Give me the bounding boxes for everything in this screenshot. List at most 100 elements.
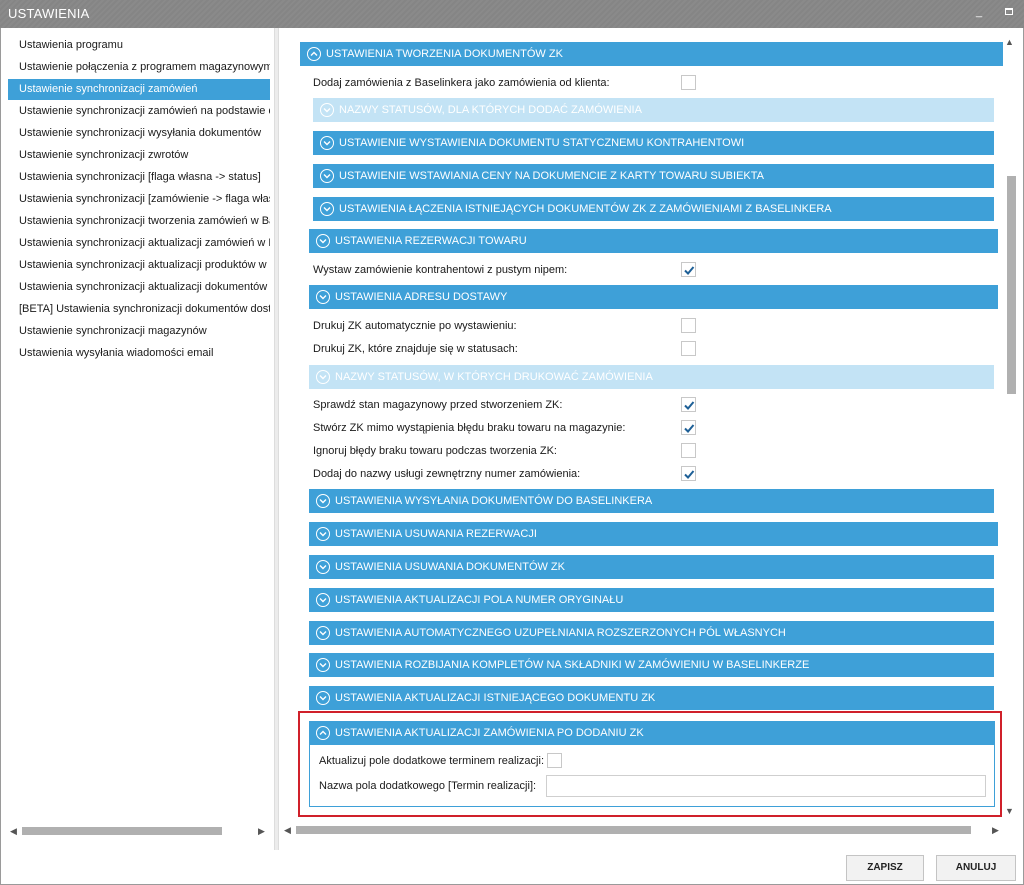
ignoruj-bledy-checkbox[interactable] xyxy=(681,443,696,458)
section-laczenie-dokumentow[interactable]: USTAWIENIA ŁĄCZENIA ISTNIEJĄCYCH DOKUMEN… xyxy=(313,197,994,221)
chevron-down-icon xyxy=(316,527,330,541)
section-statyczny-kontrahent[interactable]: USTAWIENIE WYSTAWIENIA DOKUMENTU STATYCZ… xyxy=(313,131,994,155)
checkmark-icon xyxy=(684,470,695,479)
section-title: NAZWY STATUSÓW, DLA KTÓRYCH DODAĆ ZAMÓWI… xyxy=(339,104,642,116)
window-title: USTAWIENIA xyxy=(8,6,90,21)
content-horizontal-scrollbar[interactable]: ◀ ▶ xyxy=(282,823,1002,837)
section-title: USTAWIENIA REZERWACJI TOWARU xyxy=(335,235,527,247)
nazwa-pola-input[interactable] xyxy=(546,775,986,797)
dodaj-zamowienia-checkbox[interactable] xyxy=(681,75,696,90)
chevron-down-icon xyxy=(316,234,330,248)
stworz-zk-checkbox[interactable] xyxy=(681,420,696,435)
sidebar-item-beta-dostaw[interactable]: [BETA] Ustawienia synchronizacji dokumen… xyxy=(8,299,270,320)
section-title: USTAWIENIA ŁĄCZENIA ISTNIEJĄCYCH DOKUMEN… xyxy=(339,203,832,215)
chevron-down-icon xyxy=(316,560,330,574)
section-title: USTAWIENIA USUWANIA REZERWACJI xyxy=(335,528,537,540)
sidebar-item-zamowienia-dzi[interactable]: Ustawienie synchronizacji zamówień na po… xyxy=(8,101,270,122)
chevron-down-icon xyxy=(316,691,330,705)
aktualizuj-pole-checkbox[interactable] xyxy=(547,753,562,768)
sidebar-horizontal-scrollbar[interactable]: ◀ ▶ xyxy=(8,824,270,838)
sidebar-item-tworzenie-zamowien[interactable]: Ustawienia synchronizacji tworzenia zamó… xyxy=(8,211,270,232)
pusty-nip-label: Wystaw zamówienie kontrahentowi z pustym… xyxy=(313,264,568,276)
sidebar-item-zamowienie-flaga[interactable]: Ustawienia synchronizacji [zamówienie ->… xyxy=(8,189,270,210)
section-tworzenie-dokumentow[interactable]: USTAWIENIA TWORZENIA DOKUMENTÓW ZK xyxy=(300,42,1003,66)
sidebar-item-wysylanie-dokumentow[interactable]: Ustawienie synchronizacji wysyłania doku… xyxy=(8,123,270,144)
section-po-dodaniu-zk[interactable]: USTAWIENIA AKTUALIZACJI ZAMÓWIENIA PO DO… xyxy=(309,721,995,745)
stan-magazynowy-checkbox[interactable] xyxy=(681,397,696,412)
content-vertical-scrollbar[interactable]: ▲ ▼ xyxy=(1002,34,1020,820)
pusty-nip-checkbox[interactable] xyxy=(681,262,696,277)
minimize-icon[interactable]: _ xyxy=(972,5,986,19)
sidebar-item-zwroty[interactable]: Ustawienie synchronizacji zwrotów xyxy=(8,145,270,166)
sidebar-item-flaga-status[interactable]: Ustawienia synchronizacji [flaga własna … xyxy=(8,167,270,188)
scroll-left-icon[interactable]: ◀ xyxy=(284,823,291,837)
section-statusy-dodac[interactable]: NAZWY STATUSÓW, DLA KTÓRYCH DODAĆ ZAMÓWI… xyxy=(313,98,994,122)
sidebar-item-aktualizacja-dokumentow[interactable]: Ustawienia synchronizacji aktualizacji d… xyxy=(8,277,270,298)
chevron-down-icon xyxy=(320,136,334,150)
checkmark-icon xyxy=(684,266,695,275)
chevron-down-icon xyxy=(320,103,334,117)
cancel-button[interactable]: ANULUJ xyxy=(936,855,1016,881)
section-numer-oryginalu[interactable]: USTAWIENIA AKTUALIZACJI POLA NUMER ORYGI… xyxy=(309,588,994,612)
scroll-right-icon[interactable]: ▶ xyxy=(258,824,265,838)
section-wysylanie-dokumentow[interactable]: USTAWIENIA WYSYŁANIA DOKUMENTÓW DO BASEL… xyxy=(309,489,994,513)
chevron-down-icon xyxy=(316,658,330,672)
numer-zamowienia-checkbox[interactable] xyxy=(681,466,696,481)
stan-magazynowy-label: Sprawdź stan magazynowy przed stworzenie… xyxy=(313,399,563,411)
section-title: USTAWIENIA USUWANIA DOKUMENTÓW ZK xyxy=(335,561,565,573)
section-title: USTAWIENIA AKTUALIZACJI ISTNIEJĄCEGO DOK… xyxy=(335,692,656,704)
section-title: USTAWIENIA AKTUALIZACJI POLA NUMER ORYGI… xyxy=(335,594,624,606)
section-statusy-drukowac[interactable]: NAZWY STATUSÓW, W KTÓRYCH DRUKOWAĆ ZAMÓW… xyxy=(309,365,994,389)
section-title: USTAWIENIA TWORZENIA DOKUMENTÓW ZK xyxy=(326,48,563,60)
drukuj-status-label: Drukuj ZK, które znajduje się w statusac… xyxy=(313,343,518,355)
maximize-icon[interactable] xyxy=(1002,5,1016,19)
section-title: USTAWIENIA WYSYŁANIA DOKUMENTÓW DO BASEL… xyxy=(335,495,653,507)
settings-sidebar: Ustawienia programu Ustawienie połączeni… xyxy=(6,34,272,820)
chevron-down-icon xyxy=(320,169,334,183)
section-istniejacy-dokument[interactable]: USTAWIENIA AKTUALIZACJI ISTNIEJĄCEGO DOK… xyxy=(309,686,994,710)
ignoruj-bledy-label: Ignoruj błędy braku towaru podczas tworz… xyxy=(313,445,557,457)
section-adres-dostawy[interactable]: USTAWIENIA ADRESU DOSTAWY xyxy=(309,285,998,309)
chevron-down-icon xyxy=(316,593,330,607)
drukuj-status-checkbox[interactable] xyxy=(681,341,696,356)
scrollbar-thumb[interactable] xyxy=(296,826,971,834)
section-rezerwacja[interactable]: USTAWIENIA REZERWACJI TOWARU xyxy=(309,229,998,253)
stworz-zk-label: Stwórz ZK mimo wystąpienia błędu braku t… xyxy=(313,422,626,434)
sidebar-item-email[interactable]: Ustawienia wysyłania wiadomości email xyxy=(8,343,270,364)
drukuj-auto-label: Drukuj ZK automatycznie po wystawieniu: xyxy=(313,320,517,332)
chevron-down-icon xyxy=(316,626,330,640)
section-title: NAZWY STATUSÓW, W KTÓRYCH DRUKOWAĆ ZAMÓW… xyxy=(335,371,653,383)
section-title: USTAWIENIA ROZBIJANIA KOMPLETÓW NA SKŁAD… xyxy=(335,659,810,671)
nazwa-pola-label: Nazwa pola dodatkowego [Termin realizacj… xyxy=(319,780,537,792)
scroll-right-icon[interactable]: ▶ xyxy=(992,823,999,837)
scrollbar-thumb[interactable] xyxy=(22,827,222,835)
section-rozbijanie-kompletow[interactable]: USTAWIENIA ROZBIJANIA KOMPLETÓW NA SKŁAD… xyxy=(309,653,994,677)
chevron-up-icon xyxy=(307,47,321,61)
sidebar-item-magazyny[interactable]: Ustawienie synchronizacji magazynów xyxy=(8,321,270,342)
section-usuwanie-zk[interactable]: USTAWIENIA USUWANIA DOKUMENTÓW ZK xyxy=(309,555,994,579)
scrollbar-thumb[interactable] xyxy=(1007,176,1016,394)
scroll-left-icon[interactable]: ◀ xyxy=(10,824,17,838)
panel-splitter[interactable] xyxy=(274,28,279,850)
section-title: USTAWIENIA AUTOMATYCZNEGO UZUPEŁNIANIA R… xyxy=(335,627,786,639)
scroll-down-icon[interactable]: ▼ xyxy=(1005,806,1014,816)
scroll-up-icon[interactable]: ▲ xyxy=(1005,37,1014,47)
section-usuwanie-rezerwacji[interactable]: USTAWIENIA USUWANIA REZERWACJI xyxy=(309,522,998,546)
save-button[interactable]: ZAPISZ xyxy=(846,855,924,881)
section-rozszerzone-pola[interactable]: USTAWIENIA AUTOMATYCZNEGO UZUPEŁNIANIA R… xyxy=(309,621,994,645)
checkmark-icon xyxy=(684,424,695,433)
checkmark-icon xyxy=(684,401,695,410)
drukuj-auto-checkbox[interactable] xyxy=(681,318,696,333)
section-title: USTAWIENIE WYSTAWIENIA DOKUMENTU STATYCZ… xyxy=(339,137,745,149)
aktualizuj-pole-label: Aktualizuj pole dodatkowe terminem reali… xyxy=(319,755,544,767)
sidebar-item-synchronizacja-zamowien[interactable]: Ustawienie synchronizacji zamówień xyxy=(8,79,270,100)
section-title: USTAWIENIA ADRESU DOSTAWY xyxy=(335,291,508,303)
sidebar-item-ustawienia-programu[interactable]: Ustawienia programu xyxy=(8,35,270,56)
chevron-down-icon xyxy=(320,202,334,216)
numer-zamowienia-label: Dodaj do nazwy usługi zewnętrzny numer z… xyxy=(313,468,581,480)
sidebar-item-polaczenie-magazyn[interactable]: Ustawienie połączenia z programem magazy… xyxy=(8,57,270,78)
dodaj-zamowienia-label: Dodaj zamówienia z Baselinkera jako zamó… xyxy=(313,77,610,89)
sidebar-item-aktualizacja-zamowien[interactable]: Ustawienia synchronizacji aktualizacji z… xyxy=(8,233,270,254)
sidebar-item-aktualizacja-produktow[interactable]: Ustawienia synchronizacji aktualizacji p… xyxy=(8,255,270,276)
section-ceny-subiekt[interactable]: USTAWIENIE WSTAWIANIA CENY NA DOKUMENCIE… xyxy=(313,164,994,188)
